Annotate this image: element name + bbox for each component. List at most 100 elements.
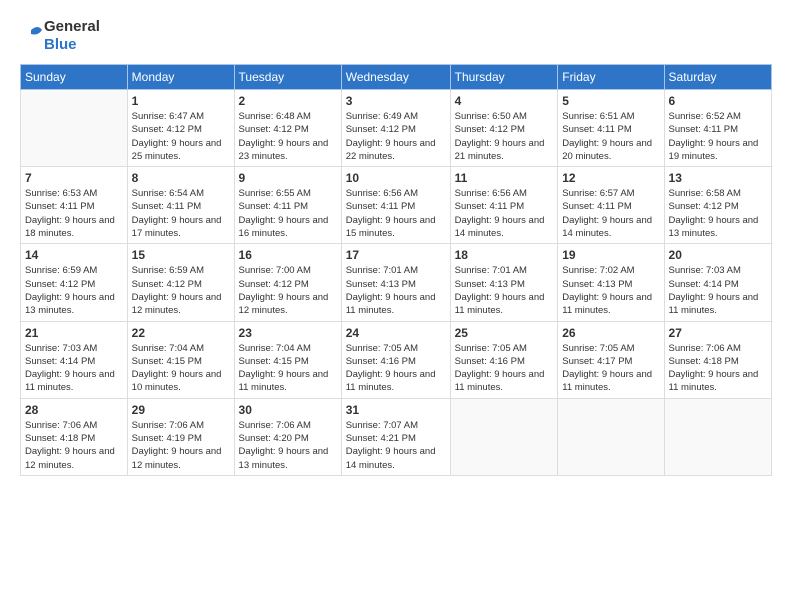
- day-info: Sunrise: 7:05 AMSunset: 4:16 PMDaylight:…: [455, 342, 554, 395]
- day-number: 18: [455, 248, 554, 262]
- calendar-cell: 19 Sunrise: 7:02 AMSunset: 4:13 PMDayligh…: [558, 244, 664, 321]
- day-number: 16: [239, 248, 337, 262]
- day-number: 31: [346, 403, 446, 417]
- calendar-cell: 2Sunrise: 6:48 AMSunset: 4:12 PMDaylight…: [234, 90, 341, 167]
- day-info: Sunrise: 7:03 AMSunset: 4:14 PMDaylight:…: [669, 264, 767, 317]
- day-info: Sunrise: 6:56 AMSunset: 4:11 PMDaylight:…: [455, 187, 554, 240]
- day-number: 3: [346, 94, 446, 108]
- day-info: Sunrise: 7:06 AMSunset: 4:18 PMDaylight:…: [669, 342, 767, 395]
- day-number: 22: [132, 326, 230, 340]
- day-number: 28: [25, 403, 123, 417]
- calendar-cell: 27Sunrise: 7:06 AMSunset: 4:18 PMDayligh…: [664, 321, 771, 398]
- day-number: 12: [562, 171, 659, 185]
- day-info: Sunrise: 7:01 AMSunset: 4:13 PMDaylight:…: [455, 264, 554, 317]
- day-number: 7: [25, 171, 123, 185]
- day-info: Sunrise: 7:06 AMSunset: 4:19 PMDaylight:…: [132, 419, 230, 472]
- calendar-week-4: 21 Sunrise: 7:03 AMSunset: 4:14 PMDayligh…: [21, 321, 772, 398]
- day-header-wednesday: Wednesday: [341, 65, 450, 90]
- calendar-cell: 7 Sunrise: 6:53 AMSunset: 4:11 PMDaylight…: [21, 167, 128, 244]
- calendar-cell: 8Sunrise: 6:54 AMSunset: 4:11 PMDaylight…: [127, 167, 234, 244]
- day-number: 11: [455, 171, 554, 185]
- calendar-cell: 13Sunrise: 6:58 AMSunset: 4:12 PMDayligh…: [664, 167, 771, 244]
- calendar-cell: 5 Sunrise: 6:51 AMSunset: 4:11 PMDaylight…: [558, 90, 664, 167]
- day-number: 24: [346, 326, 446, 340]
- calendar-cell: 20 Sunrise: 7:03 AMSunset: 4:14 PMDayligh…: [664, 244, 771, 321]
- calendar-cell: 30 Sunrise: 7:06 AMSunset: 4:20 PMDayligh…: [234, 398, 341, 475]
- calendar-cell: [558, 398, 664, 475]
- calendar-cell: 29 Sunrise: 7:06 AMSunset: 4:19 PMDayligh…: [127, 398, 234, 475]
- day-header-monday: Monday: [127, 65, 234, 90]
- calendar-cell: [450, 398, 558, 475]
- day-info: Sunrise: 6:56 AMSunset: 4:11 PMDaylight:…: [346, 187, 446, 240]
- calendar-cell: 12 Sunrise: 6:57 AMSunset: 4:11 PMDayligh…: [558, 167, 664, 244]
- logo-text: General Blue: [20, 18, 100, 54]
- calendar-cell: 14 Sunrise: 6:59 AMSunset: 4:12 PMDayligh…: [21, 244, 128, 321]
- day-info: Sunrise: 6:59 AMSunset: 4:12 PMDaylight:…: [132, 264, 230, 317]
- day-number: 17: [346, 248, 446, 262]
- calendar-cell: [21, 90, 128, 167]
- day-number: 29: [132, 403, 230, 417]
- calendar-cell: 31 Sunrise: 7:07 AMSunset: 4:21 PMDayligh…: [341, 398, 450, 475]
- calendar-cell: 6Sunrise: 6:52 AMSunset: 4:11 PMDaylight…: [664, 90, 771, 167]
- day-header-thursday: Thursday: [450, 65, 558, 90]
- day-info: Sunrise: 7:02 AMSunset: 4:13 PMDaylight:…: [562, 264, 659, 317]
- day-info: Sunrise: 6:49 AMSunset: 4:12 PMDaylight:…: [346, 110, 446, 163]
- day-number: 4: [455, 94, 554, 108]
- day-info: Sunrise: 6:51 AMSunset: 4:11 PMDaylight:…: [562, 110, 659, 163]
- day-number: 13: [669, 171, 767, 185]
- day-info: Sunrise: 7:04 AMSunset: 4:15 PMDaylight:…: [132, 342, 230, 395]
- calendar-cell: 28Sunrise: 7:06 AMSunset: 4:18 PMDayligh…: [21, 398, 128, 475]
- calendar-week-2: 7 Sunrise: 6:53 AMSunset: 4:11 PMDaylight…: [21, 167, 772, 244]
- day-number: 26: [562, 326, 659, 340]
- page: General Blue SundayMondayTuesdayWednesda…: [0, 0, 792, 612]
- calendar-cell: 10 Sunrise: 6:56 AMSunset: 4:11 PMDayligh…: [341, 167, 450, 244]
- day-info: Sunrise: 6:47 AMSunset: 4:12 PMDaylight:…: [132, 110, 230, 163]
- calendar-cell: 26 Sunrise: 7:05 AMSunset: 4:17 PMDayligh…: [558, 321, 664, 398]
- day-number: 19: [562, 248, 659, 262]
- calendar-cell: 21 Sunrise: 7:03 AMSunset: 4:14 PMDayligh…: [21, 321, 128, 398]
- day-info: Sunrise: 7:06 AMSunset: 4:20 PMDaylight:…: [239, 419, 337, 472]
- day-info: Sunrise: 7:03 AMSunset: 4:14 PMDaylight:…: [25, 342, 123, 395]
- day-header-tuesday: Tuesday: [234, 65, 341, 90]
- calendar-cell: [664, 398, 771, 475]
- day-info: Sunrise: 6:50 AMSunset: 4:12 PMDaylight:…: [455, 110, 554, 163]
- calendar-cell: 9Sunrise: 6:55 AMSunset: 4:11 PMDaylight…: [234, 167, 341, 244]
- day-info: Sunrise: 7:05 AMSunset: 4:17 PMDaylight:…: [562, 342, 659, 395]
- logo-blue-text: Blue: [44, 36, 100, 54]
- day-info: Sunrise: 7:04 AMSunset: 4:15 PMDaylight:…: [239, 342, 337, 395]
- day-info: Sunrise: 6:57 AMSunset: 4:11 PMDaylight:…: [562, 187, 659, 240]
- calendar-cell: 16Sunrise: 7:00 AMSunset: 4:12 PMDayligh…: [234, 244, 341, 321]
- calendar-cell: 23Sunrise: 7:04 AMSunset: 4:15 PMDayligh…: [234, 321, 341, 398]
- day-number: 2: [239, 94, 337, 108]
- calendar-cell: 22 Sunrise: 7:04 AMSunset: 4:15 PMDayligh…: [127, 321, 234, 398]
- logo-general-text: General: [44, 18, 100, 36]
- calendar-week-1: 1Sunrise: 6:47 AMSunset: 4:12 PMDaylight…: [21, 90, 772, 167]
- calendar-cell: 17Sunrise: 7:01 AMSunset: 4:13 PMDayligh…: [341, 244, 450, 321]
- day-info: Sunrise: 6:53 AMSunset: 4:11 PMDaylight:…: [25, 187, 123, 240]
- calendar-cell: 18 Sunrise: 7:01 AMSunset: 4:13 PMDayligh…: [450, 244, 558, 321]
- calendar-table: SundayMondayTuesdayWednesdayThursdayFrid…: [20, 64, 772, 476]
- day-number: 5: [562, 94, 659, 108]
- day-number: 30: [239, 403, 337, 417]
- day-info: Sunrise: 7:07 AMSunset: 4:21 PMDaylight:…: [346, 419, 446, 472]
- calendar-cell: 3 Sunrise: 6:49 AMSunset: 4:12 PMDaylight…: [341, 90, 450, 167]
- day-info: Sunrise: 6:59 AMSunset: 4:12 PMDaylight:…: [25, 264, 123, 317]
- day-number: 25: [455, 326, 554, 340]
- calendar-cell: 4 Sunrise: 6:50 AMSunset: 4:12 PMDaylight…: [450, 90, 558, 167]
- day-number: 21: [25, 326, 123, 340]
- day-info: Sunrise: 7:05 AMSunset: 4:16 PMDaylight:…: [346, 342, 446, 395]
- day-number: 20: [669, 248, 767, 262]
- day-number: 6: [669, 94, 767, 108]
- calendar-week-5: 28Sunrise: 7:06 AMSunset: 4:18 PMDayligh…: [21, 398, 772, 475]
- day-info: Sunrise: 6:55 AMSunset: 4:11 PMDaylight:…: [239, 187, 337, 240]
- day-header-saturday: Saturday: [664, 65, 771, 90]
- calendar-cell: 25 Sunrise: 7:05 AMSunset: 4:16 PMDayligh…: [450, 321, 558, 398]
- day-number: 15: [132, 248, 230, 262]
- header: General Blue: [20, 18, 772, 54]
- day-header-friday: Friday: [558, 65, 664, 90]
- day-info: Sunrise: 6:54 AMSunset: 4:11 PMDaylight:…: [132, 187, 230, 240]
- calendar-cell: 1Sunrise: 6:47 AMSunset: 4:12 PMDaylight…: [127, 90, 234, 167]
- logo: General Blue: [20, 18, 100, 54]
- day-number: 10: [346, 171, 446, 185]
- day-number: 14: [25, 248, 123, 262]
